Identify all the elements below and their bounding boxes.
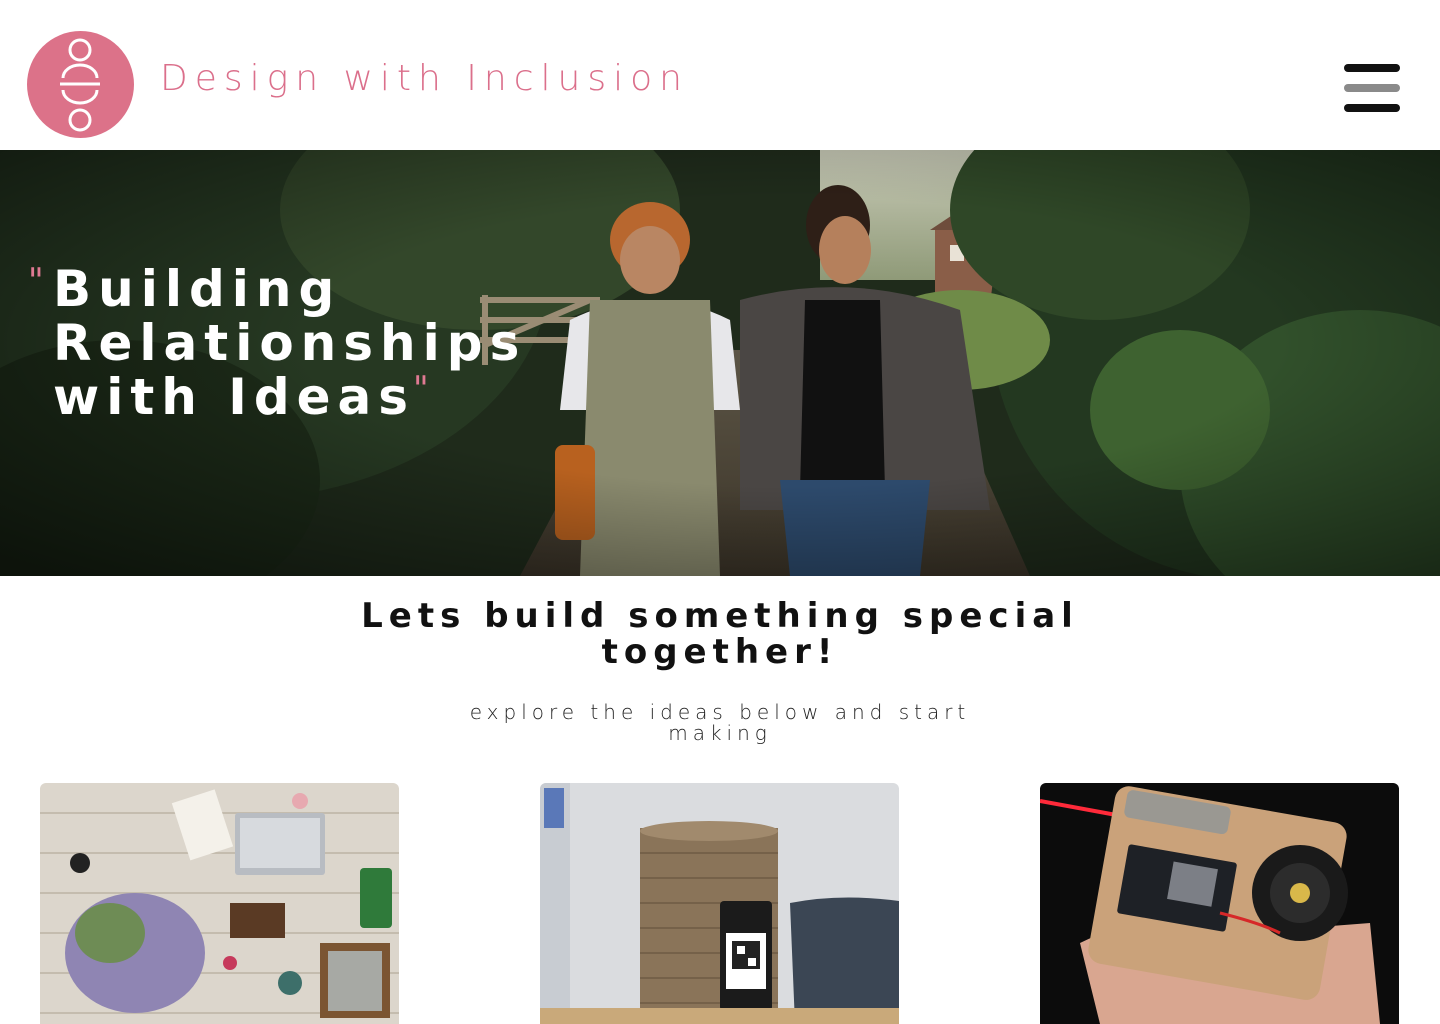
menu-bar-middle	[1344, 84, 1400, 92]
hero-quote-line-3-text: with Ideas	[53, 368, 416, 426]
intro-subtitle: explore the ideas below and start making	[469, 700, 971, 745]
hero-quote-line-1: Building	[53, 260, 342, 318]
idea-card-craft[interactable]	[40, 783, 399, 1024]
hero-quote-line-2: Relationships	[53, 314, 527, 372]
idea-card-cardboard[interactable]	[540, 783, 899, 1024]
open-quote-mark: "	[28, 261, 44, 301]
craft-table-photo	[40, 783, 399, 1024]
hamburger-menu-button[interactable]	[1340, 60, 1404, 116]
laser-circuit-board-photo	[1040, 783, 1399, 1024]
hero-banner: " Building Relationships with Ideas"	[0, 150, 1440, 576]
intro-title: Lets build something special together!	[361, 596, 1079, 672]
cardboard-cylinder-photo	[540, 783, 899, 1024]
close-quote-mark: "	[413, 369, 429, 409]
idea-card-laser-device[interactable]	[1040, 783, 1399, 1024]
hero-quote-line-3: with Ideas"	[28, 368, 526, 426]
menu-bar-bottom	[1344, 104, 1400, 112]
menu-bar-top	[1344, 64, 1400, 72]
logo-icon[interactable]	[27, 31, 134, 138]
site-header: Design with Inclusion	[0, 0, 1440, 150]
hero-quote: " Building Relationships with Ideas"	[28, 260, 527, 426]
brand-name[interactable]: Design with Inclusion	[160, 58, 689, 99]
